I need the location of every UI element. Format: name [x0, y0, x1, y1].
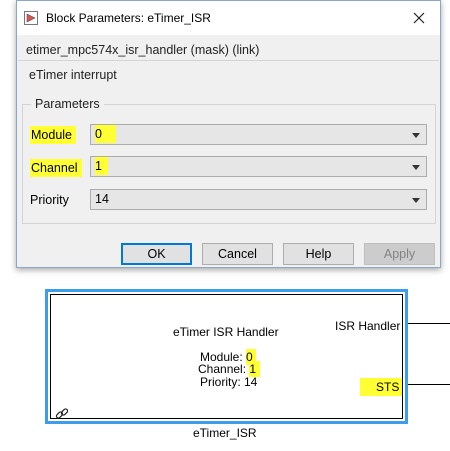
help-button[interactable]: Help [283, 243, 354, 265]
block-channel-label: Channel: [198, 362, 250, 376]
module-dropdown[interactable]: 0 [90, 124, 427, 145]
output-port-isr-label: ISR Handler [335, 319, 401, 333]
block-parameters-dialog: Block Parameters: eTimer_ISR etimer_mpc5… [16, 0, 441, 268]
simulink-app-icon [24, 11, 38, 25]
chevron-down-icon [412, 165, 420, 170]
block-channel-line: Channel: 1 [198, 361, 261, 377]
priority-dropdown[interactable]: 14 [90, 189, 427, 210]
ok-button[interactable]: OK [121, 243, 192, 265]
divider [18, 60, 439, 61]
title-bar[interactable]: Block Parameters: eTimer_ISR [17, 1, 440, 35]
chevron-down-icon [412, 198, 420, 203]
channel-label: Channel [30, 159, 82, 177]
mask-type-header: etimer_mpc574x_isr_handler (mask) (link) [26, 43, 260, 57]
block-body: eTimer ISR Handler Module: 0 Channel: 1 … [50, 294, 403, 419]
mask-description: eTimer interrupt [29, 68, 117, 82]
apply-button[interactable]: Apply [364, 243, 435, 265]
channel-value-highlight: 1 [95, 157, 108, 175]
block-name-label[interactable]: eTimer_ISR [193, 426, 257, 440]
channel-value: 1 [95, 157, 108, 175]
sts-highlight: STS [360, 378, 403, 396]
channel-dropdown[interactable]: 1 [90, 156, 427, 177]
etimer-isr-block[interactable]: eTimer ISR Handler Module: 0 Channel: 1 … [45, 289, 408, 424]
link-icon [55, 407, 69, 421]
parameters-group-title: Parameters [31, 97, 104, 111]
chevron-down-icon [412, 133, 420, 138]
module-value-highlight: 0 [95, 125, 116, 143]
priority-value: 14 [95, 192, 109, 206]
module-label-highlight: Module [30, 126, 76, 144]
parameters-group: Parameters Module 0 Channel 1 Priority 1… [22, 97, 436, 224]
priority-label: Priority [30, 193, 69, 207]
block-priority-line: Priority: 14 [200, 375, 258, 389]
block-title: eTimer ISR Handler [173, 325, 279, 339]
isr-handler-signal-line[interactable] [408, 323, 450, 324]
close-icon[interactable] [408, 7, 430, 29]
output-port-sts-label: STS [360, 378, 403, 396]
dialog-title: Block Parameters: eTimer_ISR [46, 11, 211, 25]
module-value: 0 [95, 125, 116, 143]
cancel-button[interactable]: Cancel [202, 243, 273, 265]
sts-signal-line[interactable] [408, 384, 450, 385]
channel-label-highlight: Channel [30, 159, 82, 177]
module-label: Module [30, 126, 76, 144]
